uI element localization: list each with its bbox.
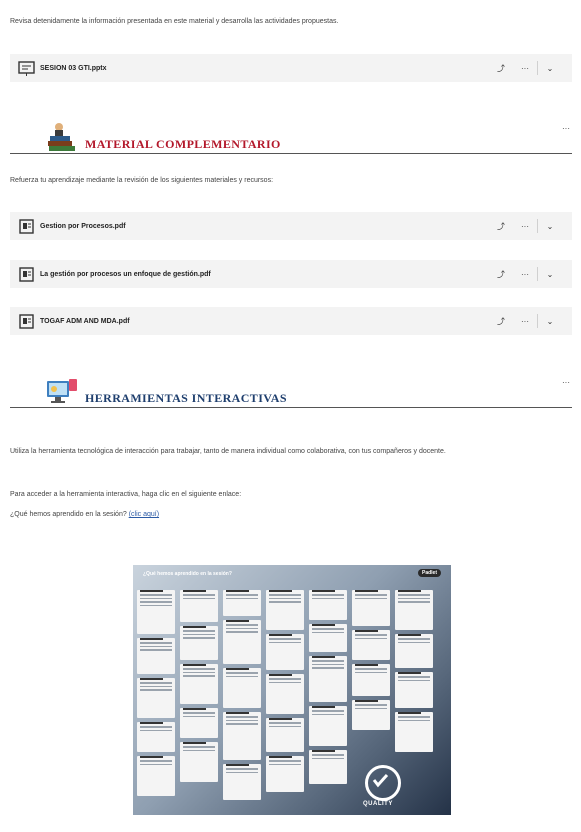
board-column: [266, 587, 304, 796]
more-options-icon[interactable]: ···: [513, 260, 537, 288]
paragraph-access: Para acceder a la herramienta interactiv…: [10, 491, 242, 498]
board-column: [223, 587, 261, 804]
divider: [10, 153, 572, 154]
file-name[interactable]: TOGAF ADM AND MDA.pdf: [40, 318, 130, 325]
section-heading-material: MATERIAL COMPLEMENTARIO ···: [10, 123, 572, 154]
more-options-icon[interactable]: ···: [513, 212, 537, 240]
file-row-gestion-enfoque[interactable]: La gestión por procesos un enfoque de ge…: [10, 260, 572, 288]
board-column: [395, 587, 433, 756]
share-icon[interactable]: ⤴: [489, 260, 513, 288]
paragraph-usage: Utiliza la herramienta tecnológica de in…: [10, 448, 446, 455]
section-title: HERRAMIENTAS INTERACTIVAS: [85, 391, 287, 405]
more-options-icon[interactable]: ···: [562, 378, 570, 387]
share-icon[interactable]: ⤴: [489, 54, 513, 82]
board-title: ¿Qué hemos aprendido en la sesión?: [143, 571, 232, 577]
chevron-down-icon[interactable]: ⌄: [538, 307, 562, 335]
document-icon: [18, 218, 35, 235]
file-row-sesion[interactable]: SESION 03 GTI.pptx ⤴ ··· ⌄: [10, 54, 572, 82]
share-icon[interactable]: ⤴: [489, 307, 513, 335]
file-name[interactable]: La gestión por procesos un enfoque de ge…: [40, 271, 211, 278]
more-options-icon[interactable]: ···: [513, 307, 537, 335]
click-here-link[interactable]: (clic aquí): [129, 511, 159, 518]
divider: [10, 407, 572, 408]
quality-label: QUALITY: [363, 801, 393, 807]
more-options-icon[interactable]: ···: [562, 124, 570, 133]
share-icon[interactable]: ⤴: [489, 212, 513, 240]
document-icon: [18, 266, 35, 283]
board-column: [352, 587, 390, 734]
board-column: [309, 587, 347, 788]
file-name[interactable]: SESION 03 GTI.pptx: [40, 65, 107, 72]
check-circle-icon: [365, 765, 401, 801]
question-line: ¿Qué hemos aprendido en la sesión? (clic…: [10, 511, 159, 518]
presentation-icon: [18, 60, 35, 77]
intro-text: Revisa detenidamente la información pres…: [10, 18, 339, 25]
file-name[interactable]: Gestion por Procesos.pdf: [40, 223, 126, 230]
board-column: [180, 587, 218, 786]
file-row-togaf[interactable]: TOGAF ADM AND MDA.pdf ⤴ ··· ⌄: [10, 307, 572, 335]
padlet-board-image[interactable]: ¿Qué hemos aprendido en la sesión? Padle…: [133, 565, 451, 815]
board-column: [137, 587, 175, 800]
padlet-badge: Padlet: [417, 569, 441, 577]
document-icon: [18, 313, 35, 330]
chevron-down-icon[interactable]: ⌄: [538, 212, 562, 240]
file-row-gestion[interactable]: Gestion por Procesos.pdf ⤴ ··· ⌄: [10, 212, 572, 240]
section-title: MATERIAL COMPLEMENTARIO: [85, 137, 281, 151]
section-subtitle: Refuerza tu aprendizaje mediante la revi…: [10, 177, 274, 184]
more-options-icon[interactable]: ···: [513, 54, 537, 82]
chevron-down-icon[interactable]: ⌄: [538, 54, 562, 82]
chevron-down-icon[interactable]: ⌄: [538, 260, 562, 288]
question-text: ¿Qué hemos aprendido en la sesión?: [10, 511, 129, 518]
section-heading-herramientas: HERRAMIENTAS INTERACTIVAS ···: [10, 378, 572, 408]
